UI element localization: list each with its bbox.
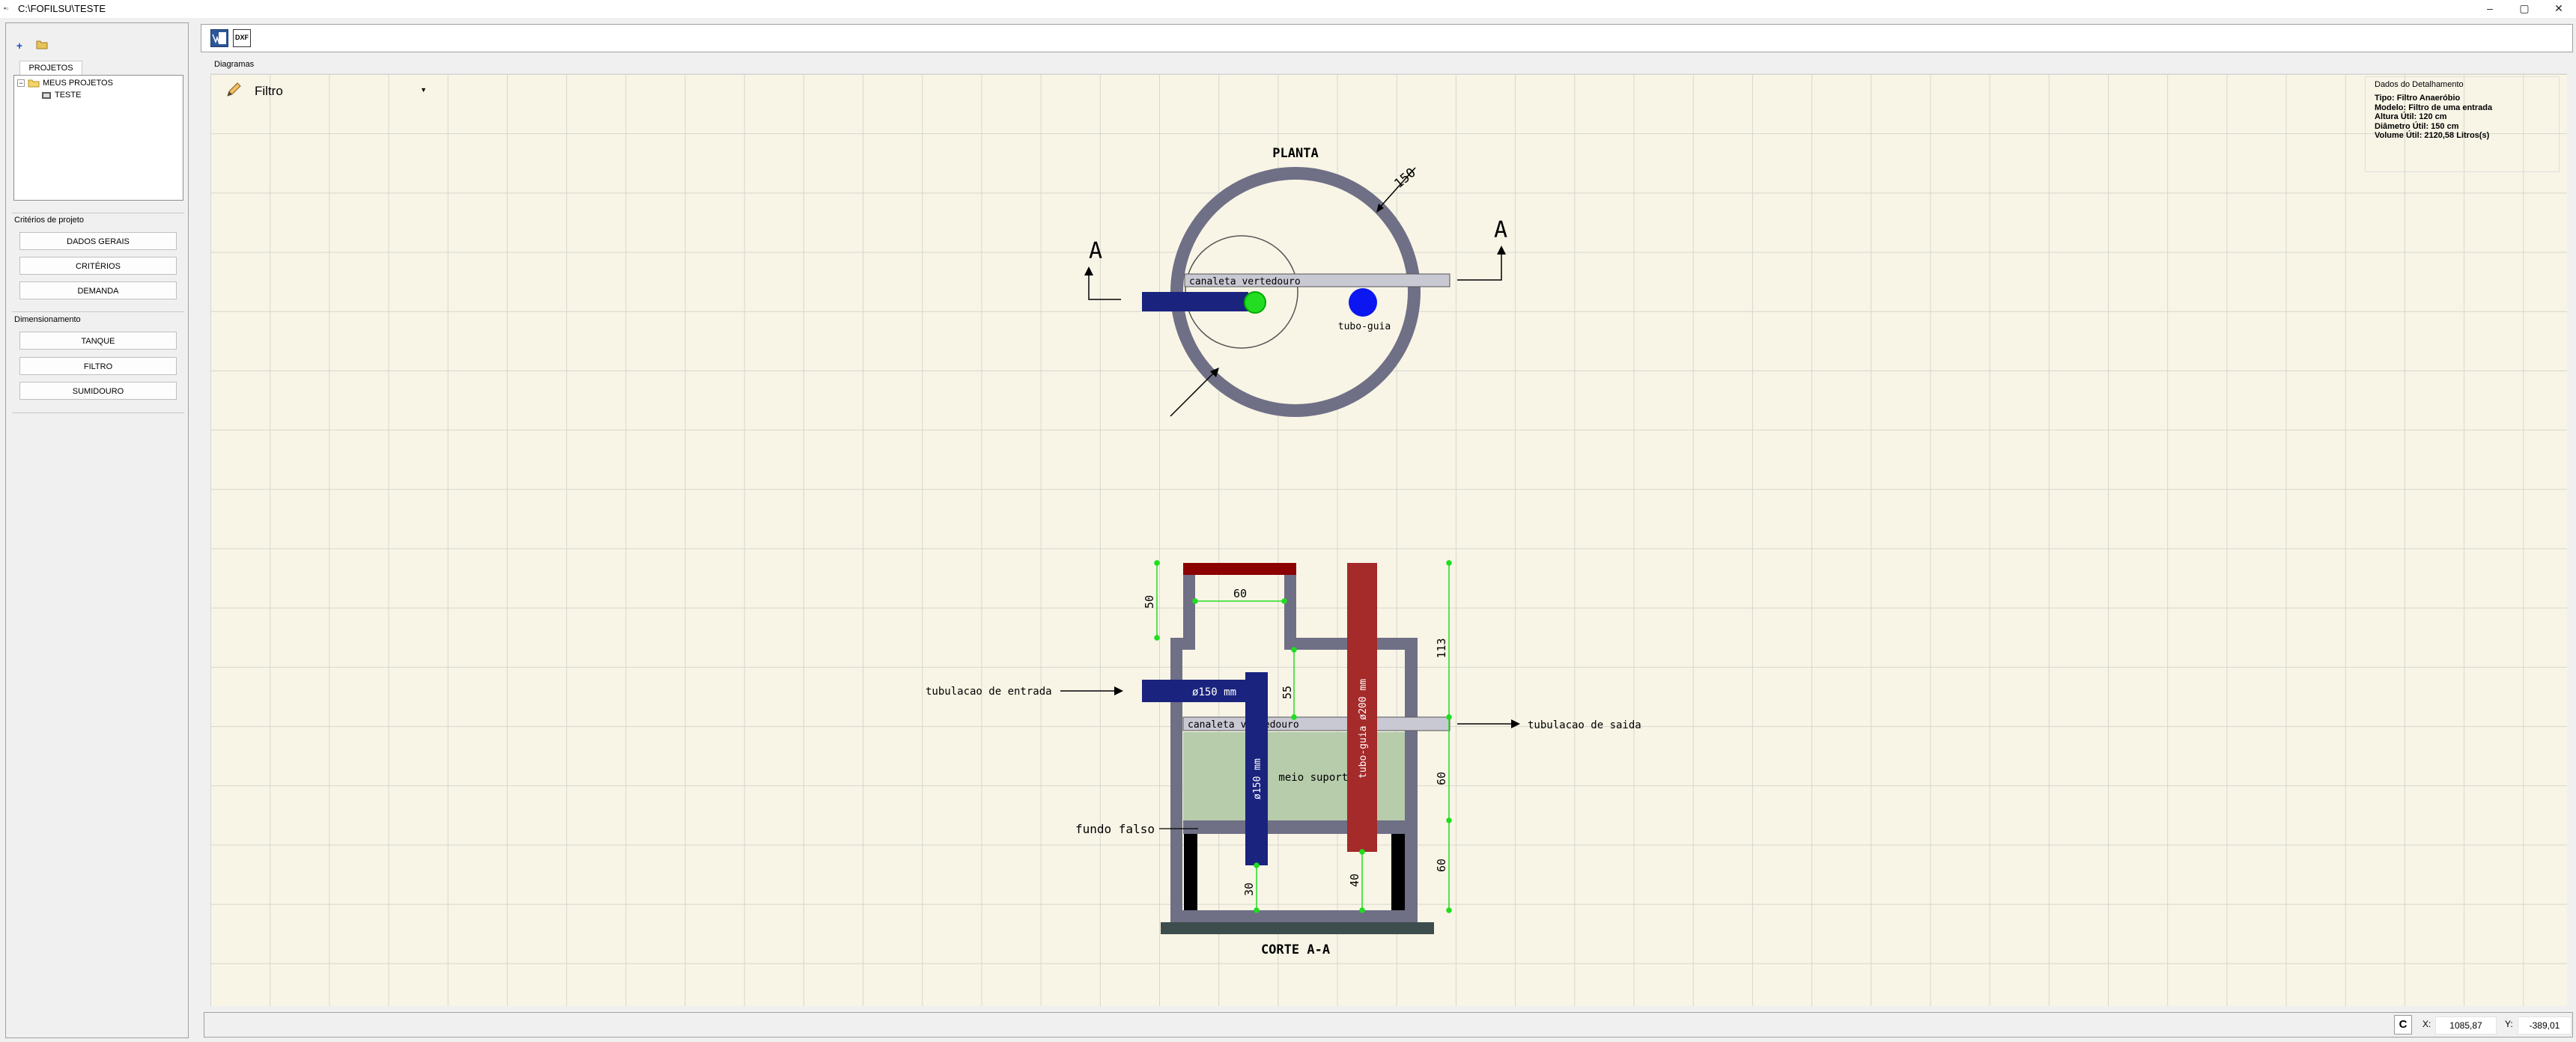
support-media-label: meio suporte [1278, 772, 1354, 784]
arrow-icon [1114, 686, 1123, 695]
section-letter-right: A [1494, 217, 1507, 243]
inlet-pipe-label: ø150 mm [1192, 686, 1236, 698]
manhole-cover [1183, 563, 1296, 575]
dim-60-shaft: 60 [1233, 587, 1247, 600]
dim-50: 50 [1143, 595, 1156, 609]
false-bottom-leg-right [1391, 834, 1405, 910]
dim-55: 55 [1281, 686, 1294, 699]
down-pipe-label: ø150 mm [1252, 758, 1263, 799]
right-wall [1405, 638, 1418, 922]
floor-slab [1170, 910, 1418, 922]
plan-title: PLANTA [1272, 146, 1318, 161]
arrow-icon [1084, 266, 1093, 275]
shaft-right-wall [1284, 566, 1296, 650]
dim-113: 113 [1435, 638, 1448, 658]
tank-base [1161, 922, 1434, 934]
inlet-label: tubulacao de entrada [926, 686, 1052, 698]
plan-inlet-pipe [1142, 292, 1248, 311]
technical-drawing: PLANTA canaleta vertedouro tubo-guia 150… [926, 146, 1641, 957]
y-label: Y: [2505, 1019, 2513, 1029]
arrow-icon [1511, 719, 1520, 728]
dim-40: 40 [1348, 874, 1361, 887]
section-view: meio suporte canaleta vertedouro ø150 mm… [926, 560, 1641, 957]
plan-guide-label: tubo-guia [1338, 321, 1391, 332]
false-bottom-leg-left [1184, 834, 1197, 910]
shaft-left-wall [1183, 566, 1195, 650]
plan-guide-pipe [1349, 288, 1377, 317]
section-marker-right [1457, 249, 1502, 281]
x-label: X: [2422, 1019, 2431, 1029]
y-value: -389,01 [2518, 1017, 2572, 1035]
outlet-label: tubulacao de saida [1528, 719, 1641, 731]
plan-inlet-marker [1244, 291, 1266, 314]
dim-60-bottom: 60 [1435, 859, 1448, 872]
plan-view: PLANTA canaleta vertedouro tubo-guia 150… [1084, 146, 1507, 417]
top-slab-left [1170, 638, 1195, 650]
arrow-icon [1497, 246, 1506, 255]
diameter-label: 150 [1391, 165, 1418, 192]
guide-pipe-label: tubo-guia ø200 mm [1358, 679, 1369, 779]
section-marker-left [1088, 269, 1121, 300]
section-letter-left: A [1089, 238, 1102, 264]
dim-30: 30 [1242, 883, 1256, 896]
status-bar [204, 1012, 2573, 1038]
section-channel-label: canaleta vertedouro [1188, 719, 1299, 731]
c-icon[interactable]: C [2394, 1015, 2412, 1035]
x-value: 1085,87 [2435, 1017, 2497, 1035]
plan-channel-label: canaleta vertedouro [1189, 276, 1301, 287]
dim-60-media: 60 [1435, 772, 1448, 785]
section-title: CORTE A-A [1261, 942, 1330, 957]
false-bottom-label: fundo falso [1075, 822, 1155, 836]
inlet-leader [1170, 369, 1218, 417]
